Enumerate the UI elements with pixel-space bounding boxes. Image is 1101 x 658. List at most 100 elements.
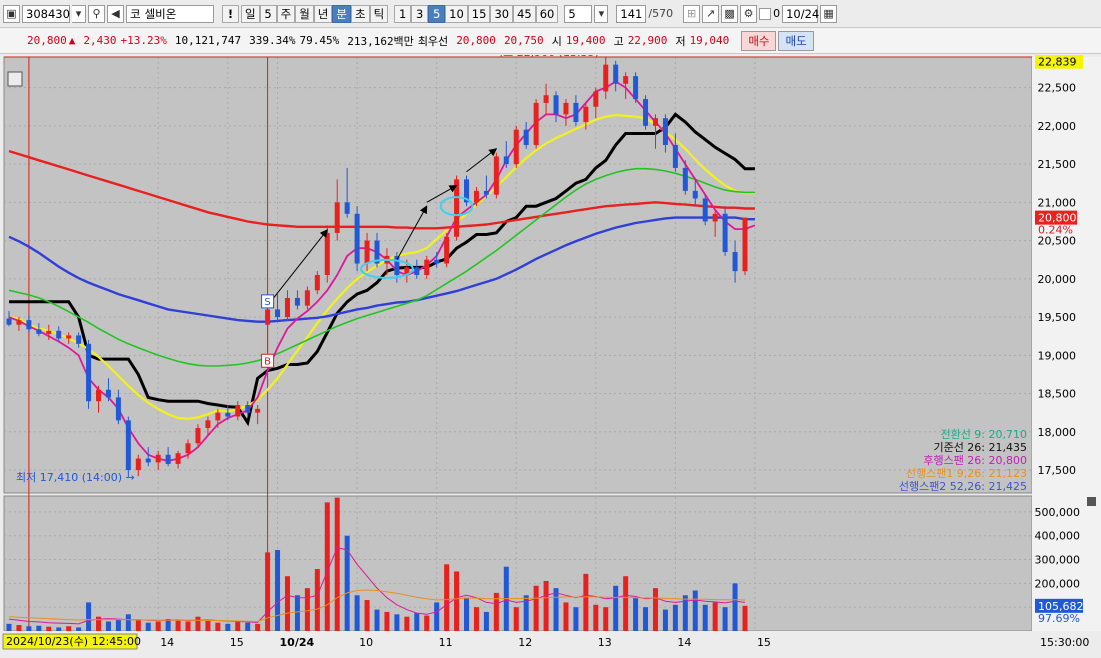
best-bid: 20,750 [503, 34, 544, 47]
search-icon[interactable]: ⚲ [88, 4, 105, 23]
volume-bar [225, 623, 231, 631]
candle-body [66, 335, 72, 339]
volume-bar [374, 609, 380, 631]
volume-bar [284, 576, 290, 631]
speaker-icon[interactable]: ◀ [107, 4, 124, 23]
volume-bar [623, 576, 629, 631]
save-icon[interactable]: ▩ [721, 4, 739, 23]
draw-tool-icon[interactable]: ↗ [702, 4, 720, 23]
volume-bar [105, 621, 111, 631]
volume-bar [404, 616, 410, 631]
volume-bar [384, 611, 390, 631]
volume-bar [145, 622, 151, 631]
period-tab-5[interactable]: 분 [332, 4, 351, 23]
volume-bar [205, 620, 211, 631]
turnover-rate: 79.45% [299, 34, 340, 47]
settings-icon[interactable]: ⚙ [740, 4, 758, 23]
minute-tab-6[interactable]: 45 [513, 4, 536, 23]
change-percent: +13.23% [120, 34, 167, 47]
code-dropdown-icon[interactable]: ▾ [72, 4, 86, 23]
candle-body [245, 405, 251, 413]
candle-body [503, 156, 509, 165]
candle-body [255, 408, 261, 413]
period-tab-0[interactable]: 일 [241, 4, 260, 23]
candle-body [454, 179, 460, 237]
buy-button[interactable]: 매수 [741, 30, 777, 51]
price-change: 2,430 [83, 34, 117, 47]
volume-bar [633, 597, 639, 631]
candle-body [682, 167, 688, 191]
high-annotation: 최고 22,900 (13:35) → [493, 55, 612, 59]
volume-bar [603, 607, 609, 631]
candle-body [553, 95, 559, 115]
up-arrow-icon: ▲ [68, 34, 76, 47]
price-tick-label: 21,500 [1038, 158, 1077, 171]
volume-bar [732, 583, 738, 631]
minute-tab-0[interactable]: 1 [394, 4, 412, 23]
legend-entry: 전환선 9: 20,710 [940, 428, 1027, 441]
period-tab-3[interactable]: 월 [295, 4, 314, 23]
price-tick-label: 18,500 [1038, 388, 1077, 401]
candle-body [135, 458, 141, 471]
candle-body [424, 259, 430, 275]
candle-body [672, 144, 678, 168]
candle-body [155, 454, 161, 463]
count-select[interactable]: 5 [564, 4, 593, 23]
time-tick-label: 10/24 [280, 636, 315, 649]
volume-bar [185, 621, 191, 631]
period-tab-2[interactable]: 주 [276, 4, 296, 23]
minute-tab-4[interactable]: 15 [467, 4, 491, 23]
volume-bar [245, 622, 251, 631]
volume-bar [652, 588, 658, 631]
volume-close-icon[interactable] [1087, 497, 1096, 506]
volume-bar [553, 588, 559, 631]
candle-body [493, 156, 499, 195]
candle-body [215, 412, 221, 421]
minute-selector: 1 3 5 10 15 30 45 60 [394, 4, 559, 23]
minute-tab-5[interactable]: 30 [490, 4, 514, 23]
candle-body [643, 99, 649, 126]
minute-tab-7[interactable]: 60 [535, 4, 559, 23]
volume-bar [414, 613, 420, 631]
candle-body [603, 64, 609, 92]
candle-body [36, 329, 42, 334]
volume-bar [255, 623, 261, 631]
candle-body [712, 213, 718, 222]
calendar-icon[interactable]: ▦ [820, 4, 838, 23]
volume-bar [304, 588, 310, 631]
period-tab-6[interactable]: 초 [350, 4, 370, 23]
alert-button[interactable]: ! [222, 4, 239, 23]
option-checkbox[interactable] [759, 7, 772, 20]
stock-code-input[interactable]: 308430 [22, 4, 70, 23]
minute-tab-3[interactable]: 10 [445, 4, 468, 23]
candle-body [145, 458, 151, 463]
minute-tab-2[interactable]: 5 [428, 4, 446, 23]
volume-bar [464, 597, 470, 631]
time-tick-label: 11 [439, 636, 453, 649]
grid-icon[interactable]: ⊞ [683, 4, 701, 23]
time-axis-right-label: 15:30:00 [1040, 636, 1089, 649]
window-menu-icon[interactable]: ▣ [3, 4, 20, 23]
volume-bar [573, 607, 579, 631]
stock-name-field[interactable]: 코 셀비온 [126, 4, 214, 23]
volume-bar [563, 602, 569, 631]
volume-tick-label: 400,000 [1035, 530, 1081, 543]
candle-body [732, 252, 738, 272]
high-price: 22,900 [627, 34, 668, 47]
panel-menu-icon[interactable] [7, 71, 23, 87]
sell-button[interactable]: 매도 [778, 30, 814, 51]
period-tab-1[interactable]: 5 [259, 4, 277, 23]
volume-bar [165, 619, 171, 631]
volume-bar [56, 627, 62, 631]
minute-tab-1[interactable]: 3 [411, 4, 429, 23]
count-dropdown-icon[interactable]: ▾ [594, 4, 609, 23]
date-input[interactable]: 10/24 [782, 4, 819, 23]
chart-svg[interactable]: 17,50018,00018,50019,00019,50020,00020,5… [0, 46, 1101, 658]
period-tab-7[interactable]: 틱 [369, 4, 389, 23]
candle-body [334, 202, 340, 233]
volume-bar [334, 497, 340, 631]
candle-body [573, 102, 579, 123]
period-tab-4[interactable]: 년 [313, 4, 333, 23]
chart-area: 17,500 18,000 18,500 19,000 19,500 20,000 20,5… [0, 46, 1101, 658]
range-input[interactable]: 141 [616, 4, 647, 23]
